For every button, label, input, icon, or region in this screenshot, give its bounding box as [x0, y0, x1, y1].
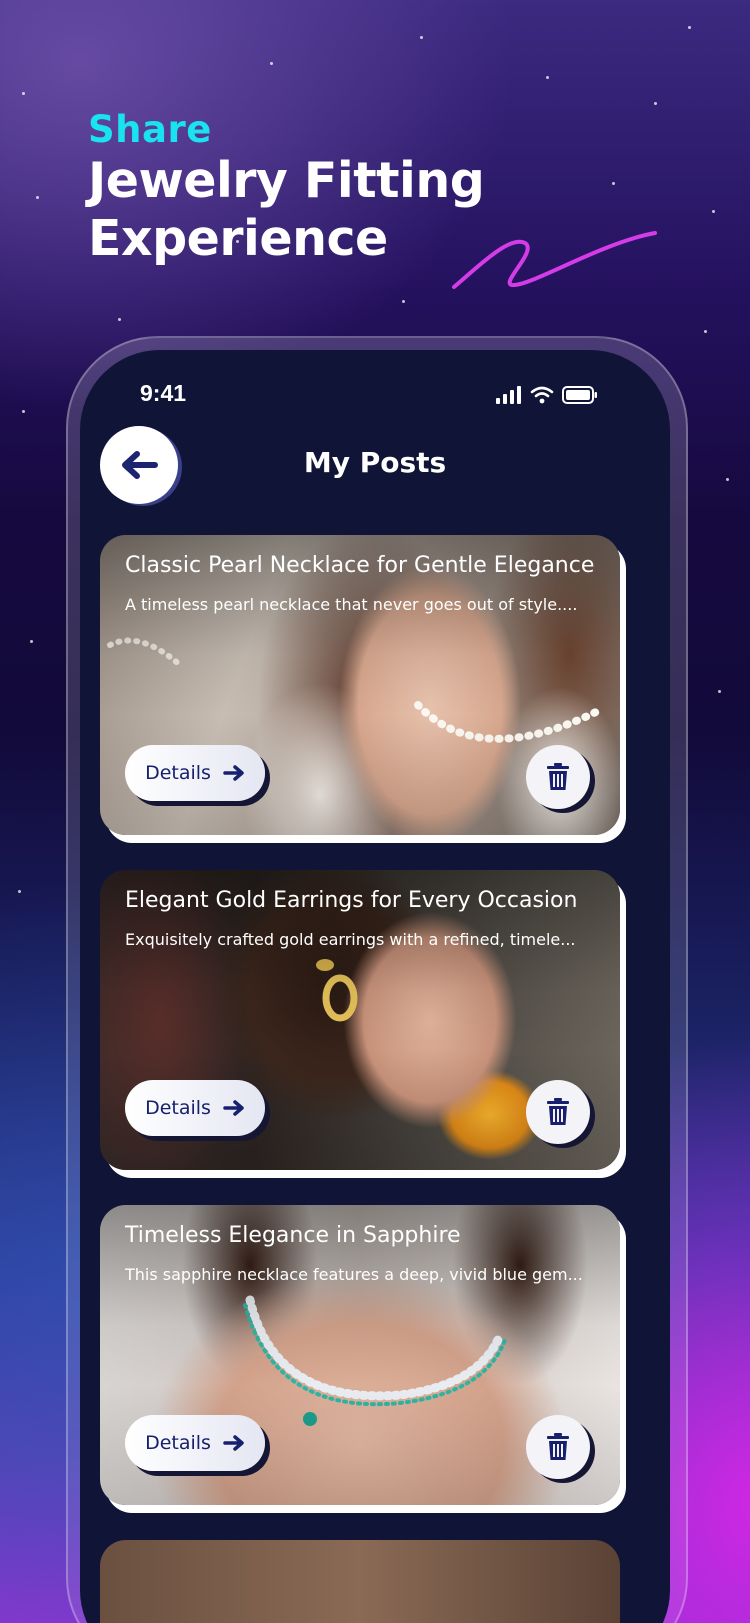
- delete-button[interactable]: [526, 745, 590, 809]
- trash-icon: [547, 763, 569, 790]
- details-button[interactable]: Details: [125, 745, 265, 801]
- post-card[interactable]: Timeless Elegance in Sapphire This sapph…: [100, 1205, 620, 1505]
- post-title: Elegant Gold Earrings for Every Occasion: [125, 888, 578, 913]
- details-label: Details: [145, 762, 211, 784]
- swoosh-decoration: [452, 231, 657, 289]
- details-button[interactable]: Details: [125, 1415, 265, 1471]
- details-button[interactable]: Details: [125, 1080, 265, 1136]
- trash-icon: [547, 1098, 569, 1125]
- wifi-icon: [530, 386, 554, 404]
- details-label: Details: [145, 1432, 211, 1454]
- arrow-right-icon: [223, 765, 244, 781]
- headline-line-1: Jewelry Fitting: [88, 152, 485, 209]
- trash-icon: [547, 1433, 569, 1460]
- headline-line-2: Experience: [88, 210, 388, 267]
- status-icons: [496, 386, 598, 404]
- post-title: Timeless Elegance in Sapphire: [125, 1223, 461, 1248]
- status-time: 9:41: [140, 380, 187, 406]
- post-card[interactable]: Classic Pearl Necklace for Gentle Elegan…: [100, 535, 620, 835]
- delete-button[interactable]: [526, 1080, 590, 1144]
- post-card-partial[interactable]: [100, 1540, 620, 1623]
- post-card[interactable]: Elegant Gold Earrings for Every Occasion…: [100, 870, 620, 1170]
- headline-share: Share: [88, 108, 212, 151]
- details-label: Details: [145, 1097, 211, 1119]
- delete-button[interactable]: [526, 1415, 590, 1479]
- post-description: A timeless pearl necklace that never goe…: [125, 595, 578, 614]
- battery-icon: [562, 386, 597, 404]
- post-description: Exquisitely crafted gold earrings with a…: [125, 930, 576, 949]
- post-description: This sapphire necklace features a deep, …: [125, 1265, 583, 1284]
- signal-icon: [496, 386, 521, 404]
- status-bar: 9:41: [80, 350, 670, 440]
- headline: Share Jewelry Fitting Experience: [88, 108, 485, 268]
- arrow-right-icon: [223, 1435, 244, 1451]
- phone-screen: 9:41 My Posts Classic Pearl Necklace for…: [80, 350, 670, 1623]
- page-title: My Posts: [303, 446, 447, 479]
- arrow-right-icon: [223, 1100, 244, 1116]
- post-image: [100, 1540, 620, 1623]
- post-title: Classic Pearl Necklace for Gentle Elegan…: [125, 553, 595, 578]
